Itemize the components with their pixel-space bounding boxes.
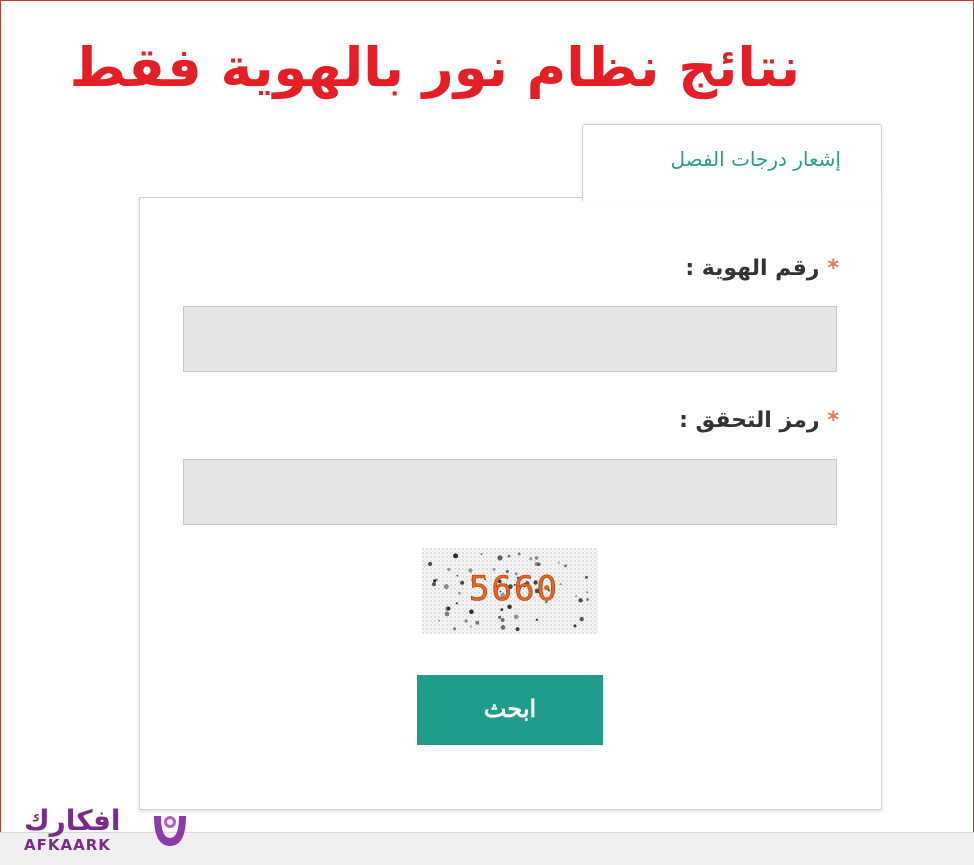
- captcha-noise-dot: [453, 554, 456, 556]
- captcha-noise-dot: [500, 618, 505, 622]
- captcha-noise-dot: [475, 620, 480, 625]
- captcha-noise-dot: [513, 614, 519, 620]
- captcha-noise-dot: [584, 575, 589, 579]
- tab-grade-notice[interactable]: إشعار درجات الفصل: [582, 124, 882, 201]
- captcha-noise-dot: [557, 561, 560, 564]
- logo-mark-icon: [154, 816, 186, 846]
- captcha-noise-dot: [458, 591, 461, 595]
- captcha-noise-dot: [515, 627, 520, 632]
- captcha-noise-dot: [447, 567, 451, 572]
- captcha-noise-dot: [534, 562, 539, 566]
- afkaark-logo: افكارك AFKAARK: [20, 804, 195, 859]
- tab-label: إشعار درجات الفصل: [670, 147, 841, 171]
- required-asterisk: *: [827, 408, 839, 433]
- captcha-noise-dot: [500, 625, 506, 630]
- captcha-code: 5660: [469, 569, 559, 609]
- captcha-noise-dot: [446, 606, 451, 611]
- captcha-noise-dot: [575, 595, 578, 598]
- required-asterisk: *: [827, 256, 839, 281]
- id-number-input[interactable]: [183, 306, 837, 372]
- captcha-noise-dot: [470, 625, 472, 628]
- captcha-noise-dot: [529, 557, 533, 561]
- captcha-noise-dot: [469, 609, 474, 615]
- captcha-noise-dot: [586, 591, 589, 593]
- captcha-noise-dot: [498, 615, 502, 619]
- id-number-label: * رقم الهوية :: [685, 256, 839, 281]
- captcha-noise-dot: [444, 611, 450, 617]
- captcha-noise-dot: [428, 561, 433, 567]
- captcha-noise-dot: [573, 624, 577, 628]
- captcha-input[interactable]: [183, 459, 837, 525]
- search-button[interactable]: ابحث: [417, 675, 603, 745]
- captcha-noise-dot: [535, 618, 539, 621]
- captcha-noise-dot: [456, 574, 459, 577]
- page-headline: نتائج نظام نور بالهوية فقط: [69, 36, 800, 99]
- captcha-noise-dot: [578, 598, 583, 603]
- captcha-image: 5660: [422, 548, 598, 634]
- captcha-noise-dot: [564, 564, 567, 568]
- captcha-noise-dot: [460, 580, 465, 585]
- captcha-noise-dot: [586, 598, 589, 601]
- captcha-label: * رمز التحقق :: [679, 408, 839, 433]
- captcha-noise-dot: [507, 554, 511, 558]
- captcha-noise-dot: [433, 579, 437, 583]
- captcha-noise-dot: [443, 584, 449, 590]
- captcha-noise-dot: [453, 627, 457, 631]
- captcha-label-text: رمز التحقق :: [679, 408, 820, 433]
- captcha-noise-dot: [517, 552, 521, 556]
- captcha-noise-dot: [464, 619, 468, 623]
- captcha-noise-dot: [534, 556, 539, 560]
- id-number-label-text: رقم الهوية :: [685, 256, 820, 281]
- captcha-noise-dot: [455, 602, 459, 605]
- search-form-panel: * رقم الهوية : * رمز التحقق : 5660 ابحث: [139, 197, 882, 810]
- captcha-noise-dot: [559, 583, 562, 586]
- logo-latin-text: AFKAARK: [24, 836, 111, 854]
- logo-arabic-text: افكارك: [24, 804, 121, 837]
- captcha-noise-dot: [480, 553, 483, 555]
- captcha-noise-dot: [438, 619, 440, 622]
- captcha-noise-dot: [579, 617, 584, 622]
- captcha-noise-dot: [497, 555, 503, 561]
- captcha-noise-dot: [432, 582, 436, 587]
